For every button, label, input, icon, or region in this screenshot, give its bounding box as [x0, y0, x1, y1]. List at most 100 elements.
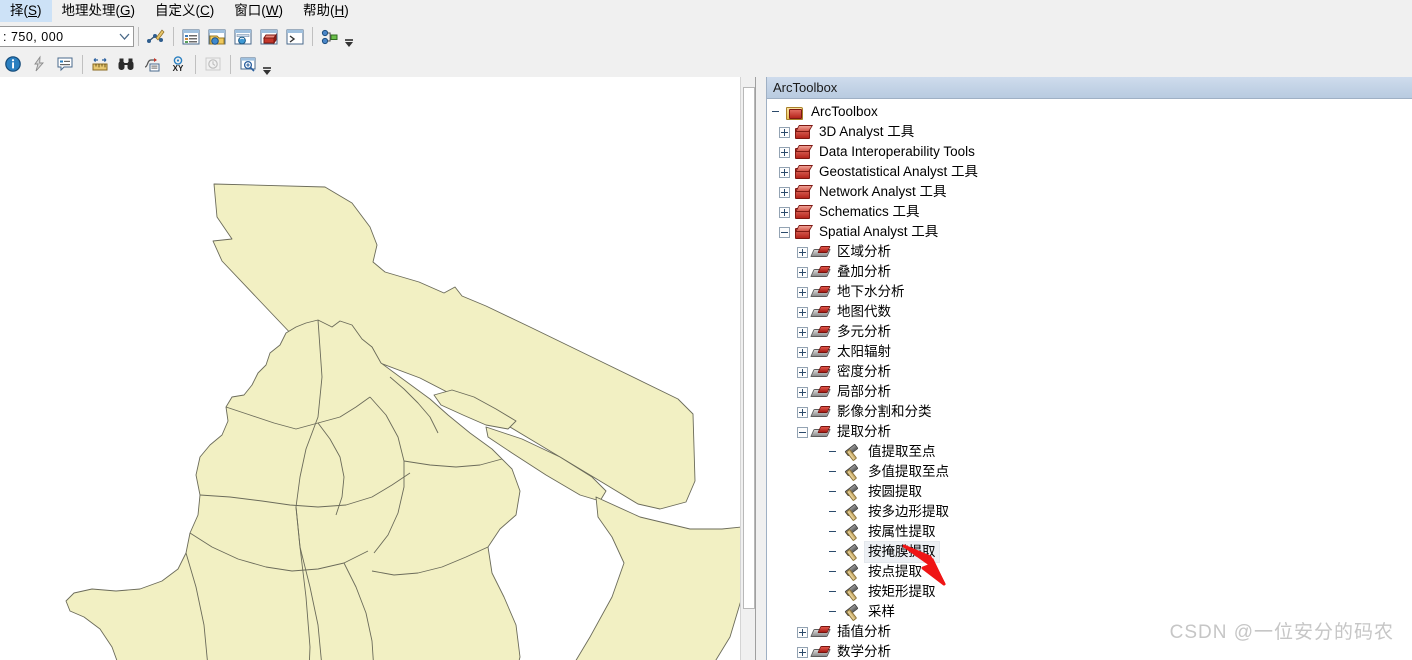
tree-node-schematics-tools[interactable]: Schematics 工具 — [767, 202, 1412, 222]
tree-node-network-analyst-tools[interactable]: Network Analyst 工具 — [767, 182, 1412, 202]
collapse-minus-icon[interactable] — [797, 426, 808, 438]
create-viewer-window-icon[interactable] — [236, 52, 260, 76]
tree-node-data-interoperability-tools[interactable]: Data Interoperability Tools — [767, 142, 1412, 162]
map-view[interactable] — [0, 77, 756, 660]
expand-plus-icon[interactable] — [797, 306, 808, 318]
toolset-icon — [812, 424, 829, 440]
map-scrollbar-thumb[interactable] — [743, 87, 755, 609]
map-vertical-scrollbar[interactable] — [740, 77, 755, 660]
map-scale-combobox[interactable]: : 750, 000 — [0, 26, 134, 47]
table-of-contents-button[interactable] — [179, 25, 203, 49]
watermark-text: CSDN @一位安分的码农 — [1169, 622, 1394, 643]
tool-hammer-icon — [843, 464, 860, 480]
tree-node-label: Geostatistical Analyst 工具 — [819, 164, 979, 179]
expand-plus-icon[interactable] — [779, 166, 790, 178]
expand-plus-icon[interactable] — [779, 206, 790, 218]
editor-tool-button[interactable] — [144, 25, 168, 49]
toolbox-icon — [794, 164, 811, 180]
tree-node-label: 影像分割和分类 — [837, 404, 932, 419]
tree-node-extract-by-points[interactable]: 按点提取 — [767, 562, 1412, 582]
expand-plus-icon[interactable] — [797, 246, 808, 258]
tree-node-segmentation-classification[interactable]: 影像分割和分类 — [767, 402, 1412, 422]
tree-node-geostatistical-analyst-tools[interactable]: Geostatistical Analyst 工具 — [767, 162, 1412, 182]
tree-node-arctoolbox-root[interactable]: ArcToolbox — [767, 102, 1412, 122]
tree-node-label: Network Analyst 工具 — [819, 184, 947, 199]
menu-select[interactable]: 择(S) — [0, 0, 52, 22]
expand-plus-icon[interactable] — [797, 266, 808, 278]
tree-node-zonal-analysis[interactable]: 区域分析 — [767, 242, 1412, 262]
expand-plus-icon[interactable] — [779, 146, 790, 158]
tool-hammer-icon — [843, 524, 860, 540]
tree-spacer — [828, 547, 839, 558]
toolbox-root-icon — [786, 104, 803, 120]
tree-node-density-analysis[interactable]: 密度分析 — [767, 362, 1412, 382]
toolbar-separator — [230, 54, 231, 74]
find-route-icon[interactable] — [140, 52, 164, 76]
tree-spacer — [828, 447, 839, 458]
model-builder-button[interactable] — [318, 25, 342, 49]
tree-spacer — [828, 467, 839, 478]
menu-customize[interactable]: 自定义(C) — [145, 0, 224, 22]
menu-help[interactable]: 帮助(H) — [293, 0, 359, 22]
tree-node-extract-by-polygon[interactable]: 按多边形提取 — [767, 502, 1412, 522]
tree-node-3d-analyst-tools[interactable]: 3D Analyst 工具 — [767, 122, 1412, 142]
tree-node-extraction-analysis[interactable]: 提取分析 — [767, 422, 1412, 442]
expand-plus-icon[interactable] — [797, 646, 808, 658]
find-icon[interactable] — [114, 52, 138, 76]
menu-window[interactable]: 窗口(W) — [224, 0, 293, 22]
shanghai-map-canvas[interactable] — [0, 77, 741, 660]
expand-plus-icon[interactable] — [797, 366, 808, 378]
tree-node-label: 3D Analyst 工具 — [819, 124, 915, 139]
toolbox-icon — [794, 184, 811, 200]
toolbar-overflow-button-2[interactable] — [261, 53, 272, 76]
tree-node-extract-values-to-points[interactable]: 值提取至点 — [767, 442, 1412, 462]
tree-node-extract-by-mask[interactable]: 按掩膜提取 — [767, 541, 1412, 563]
tree-node-extract-by-rectangle[interactable]: 按矩形提取 — [767, 582, 1412, 602]
tree-node-multivariate-analysis[interactable]: 多元分析 — [767, 322, 1412, 342]
chevron-down-icon[interactable] — [115, 27, 133, 46]
go-to-xy-icon[interactable]: XY — [166, 52, 190, 76]
tree-spacer — [828, 587, 839, 598]
expand-plus-icon[interactable] — [797, 626, 808, 638]
panel-splitter[interactable] — [756, 77, 766, 660]
measure-icon[interactable] — [88, 52, 112, 76]
expand-plus-icon[interactable] — [797, 326, 808, 338]
search-window-button[interactable] — [231, 25, 255, 49]
identify-icon[interactable] — [1, 52, 25, 76]
python-window-button[interactable] — [283, 25, 307, 49]
tree-node-spatial-analyst-tools[interactable]: Spatial Analyst 工具 — [767, 222, 1412, 242]
expand-plus-icon[interactable] — [779, 126, 790, 138]
tree-node-sample-multi-values-to-points[interactable]: 多值提取至点 — [767, 462, 1412, 482]
toolbar-overflow-button[interactable] — [343, 25, 354, 48]
tree-node-overlay-analysis[interactable]: 叠加分析 — [767, 262, 1412, 282]
tree-spacer — [828, 507, 839, 518]
toolset-icon — [812, 244, 829, 260]
tree-node-groundwater-analysis[interactable]: 地下水分析 — [767, 282, 1412, 302]
catalog-button[interactable] — [205, 25, 229, 49]
collapse-minus-icon[interactable] — [779, 226, 790, 238]
html-popup-icon[interactable] — [53, 52, 77, 76]
menu-geoprocessing[interactable]: 地理处理(G) — [52, 0, 146, 22]
arctoolbox-button[interactable] — [257, 25, 281, 49]
tool-hammer-icon — [843, 584, 860, 600]
tree-node-math-analysis[interactable]: 数学分析 — [767, 642, 1412, 660]
expand-plus-icon[interactable] — [797, 346, 808, 358]
arctoolbox-panel: ArcToolbox ArcToolbox 3D Analyst 工具 Data I… — [766, 77, 1412, 660]
tree-node-label: Schematics 工具 — [819, 204, 920, 219]
arctoolbox-title-bar: ArcToolbox — [767, 77, 1412, 99]
tree-node-local-analysis[interactable]: 局部分析 — [767, 382, 1412, 402]
expand-plus-icon[interactable] — [797, 406, 808, 418]
tree-node-solar-radiation[interactable]: 太阳辐射 — [767, 342, 1412, 362]
tree-spacer — [828, 527, 839, 538]
hyperlink-icon[interactable] — [27, 52, 51, 76]
toolset-icon — [812, 344, 829, 360]
arctoolbox-tree[interactable]: ArcToolbox 3D Analyst 工具 Data Interoperabi… — [767, 99, 1412, 660]
toolset-icon — [812, 624, 829, 640]
expand-plus-icon[interactable] — [797, 386, 808, 398]
tree-node-map-algebra[interactable]: 地图代数 — [767, 302, 1412, 322]
tree-node-extract-by-attributes[interactable]: 按属性提取 — [767, 522, 1412, 542]
toolbar-separator — [312, 27, 313, 46]
expand-plus-icon[interactable] — [797, 286, 808, 298]
tree-node-extract-by-circle[interactable]: 按圆提取 — [767, 482, 1412, 502]
expand-plus-icon[interactable] — [779, 186, 790, 198]
